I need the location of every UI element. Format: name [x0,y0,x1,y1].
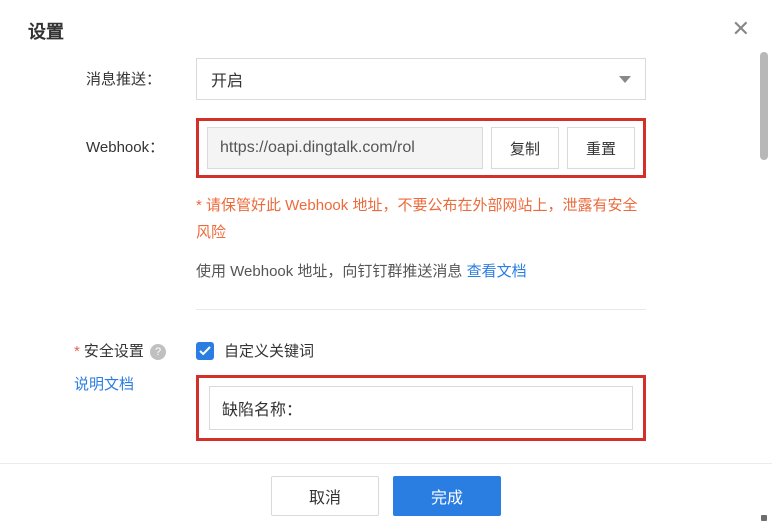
spec-doc-link[interactable]: 说明文档 [74,373,196,394]
dialog-footer: 取消 完成 [0,463,772,527]
webhook-url-input[interactable]: https://oapi.dingtalk.com/rol [207,127,483,169]
webhook-label: Webhook： [86,139,164,156]
keyword-box [196,375,646,441]
view-doc-link[interactable]: 查看文档 [467,263,527,280]
help-icon[interactable]: ? [150,344,166,360]
push-select-value: 开启 [211,67,243,91]
required-star: * [74,343,80,360]
dialog-title: 设置 [0,0,772,58]
scrollbar-thumb[interactable] [760,52,768,160]
check-icon [199,346,211,356]
close-icon[interactable]: ✕ [732,16,750,42]
push-label: 消息推送： [86,71,161,88]
copy-button[interactable]: 复制 [491,127,559,169]
divider [196,309,646,310]
keyword-input[interactable] [222,399,620,417]
security-label: 安全设置 [84,343,144,360]
webhook-help-text: 使用 Webhook 地址，向钉钉群推送消息 [196,263,467,280]
reset-button[interactable]: 重置 [567,127,635,169]
confirm-button[interactable]: 完成 [393,476,501,516]
webhook-help: 使用 Webhook 地址，向钉钉群推送消息 查看文档 [196,260,646,281]
keyword-checkbox[interactable] [196,342,214,360]
push-select[interactable]: 开启 [196,58,646,100]
cancel-button[interactable]: 取消 [271,476,379,516]
webhook-warning: * 请保管好此 Webhook 地址，不要公布在外部网站上，泄露有安全风险 [196,192,646,246]
webhook-group: https://oapi.dingtalk.com/rol 复制 重置 [196,118,646,178]
keyword-checkbox-label: 自定义关键词 [224,340,314,361]
